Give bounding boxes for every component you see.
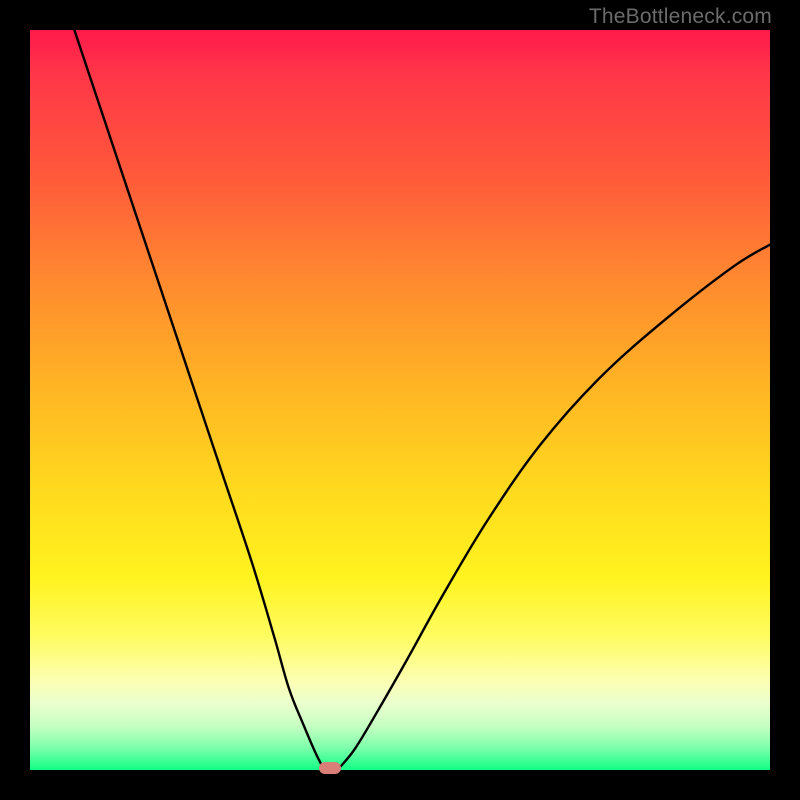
- minimum-marker: [319, 762, 341, 774]
- watermark-text: TheBottleneck.com: [589, 5, 772, 29]
- curve-left: [74, 30, 322, 766]
- curve-right: [341, 245, 770, 767]
- chart-frame: TheBottleneck.com: [0, 0, 800, 800]
- curve-svg: [30, 30, 770, 770]
- plot-area: [30, 30, 770, 770]
